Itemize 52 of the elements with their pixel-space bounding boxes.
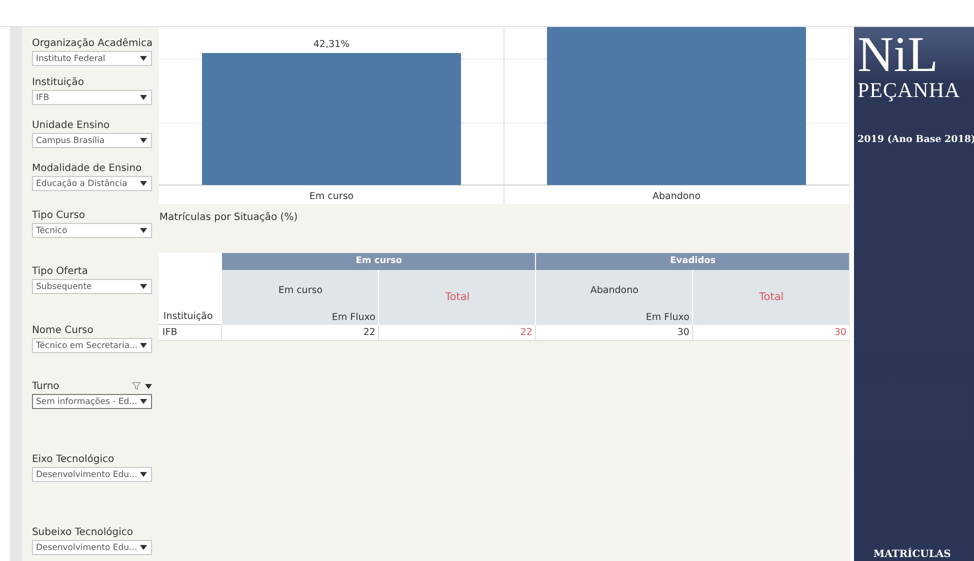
filter-label: Organização Acadêmica	[32, 38, 153, 48]
filter-dropdown[interactable]: Desenvolvimento Edu...	[32, 467, 152, 482]
column-header: Total	[758, 291, 785, 303]
logo-text: NiL	[858, 29, 940, 79]
filter-label: Eixo Tecnológico	[32, 454, 114, 464]
column-header: Abandono	[589, 285, 640, 296]
filter-label: Instituição	[32, 76, 84, 88]
group-header: Em curso	[221, 253, 536, 270]
value-label: 42,31%	[314, 39, 350, 50]
dropdown-caret-icon	[140, 472, 147, 477]
dropdown-caret-icon	[140, 284, 147, 289]
filter-dropdown[interactable]: Subsequente	[32, 279, 152, 294]
table-cell: 22	[221, 325, 378, 341]
column-header: Total	[444, 291, 471, 303]
table-cell: 30	[692, 325, 850, 341]
menu-caret-icon	[144, 384, 152, 388]
filter-dropdown[interactable]: Desenvolvimento Edu...	[32, 540, 152, 555]
filter-label: Modalidade de Ensino	[32, 162, 142, 174]
dropdown-caret-icon	[140, 399, 147, 404]
column-subheader: Em Fluxo	[332, 312, 376, 323]
column-header: Em curso	[277, 285, 324, 296]
axis-label: Em curso	[310, 191, 354, 202]
filter-dropdown[interactable]: Técnico em Secretaria...	[32, 338, 152, 353]
filter-label: Subeixo Tecnológico	[32, 526, 133, 538]
filter-dropdown[interactable]: Educação a Distância	[32, 176, 152, 191]
filter-label: Nome Curso	[32, 324, 94, 336]
dropdown-caret-icon	[140, 343, 147, 348]
dropdown-caret-icon	[140, 95, 147, 100]
filter-dropdown[interactable]: Campus Brasília	[32, 133, 152, 148]
table-cell: IFB	[159, 325, 222, 341]
filter-label: Tipo Curso	[32, 210, 85, 220]
funnel-icon[interactable]	[132, 382, 141, 390]
table-title: Matrículas por Situação (%)	[159, 212, 298, 223]
logo-text: PEÇANHA	[858, 79, 962, 101]
dropdown-caret-icon	[140, 138, 147, 143]
group-header: Evadidos	[535, 253, 850, 270]
filter-dropdown[interactable]: IFB	[32, 90, 152, 105]
filter-dropdown[interactable]: Sem informações - Ed...	[32, 394, 152, 409]
dropdown-caret-icon	[140, 181, 147, 186]
axis-label: Abandono	[652, 191, 701, 202]
section-title: MATRÍCULAS	[872, 549, 952, 560]
filter-label: Turno	[32, 380, 60, 392]
table-cell: 30	[535, 325, 692, 341]
dropdown-caret-icon	[140, 228, 147, 233]
filter-dropdown[interactable]: Técnico	[32, 223, 152, 238]
filter-label: Unidade Ensino	[32, 120, 110, 130]
table-cell: 22	[378, 325, 536, 341]
dropdown-caret-icon	[140, 56, 147, 61]
filter-label: Tipo Oferta	[32, 266, 88, 276]
column-subheader: Em Fluxo	[646, 312, 690, 323]
dropdown-caret-icon	[140, 545, 147, 550]
filter-dropdown[interactable]: Instituto Federal	[32, 51, 152, 66]
